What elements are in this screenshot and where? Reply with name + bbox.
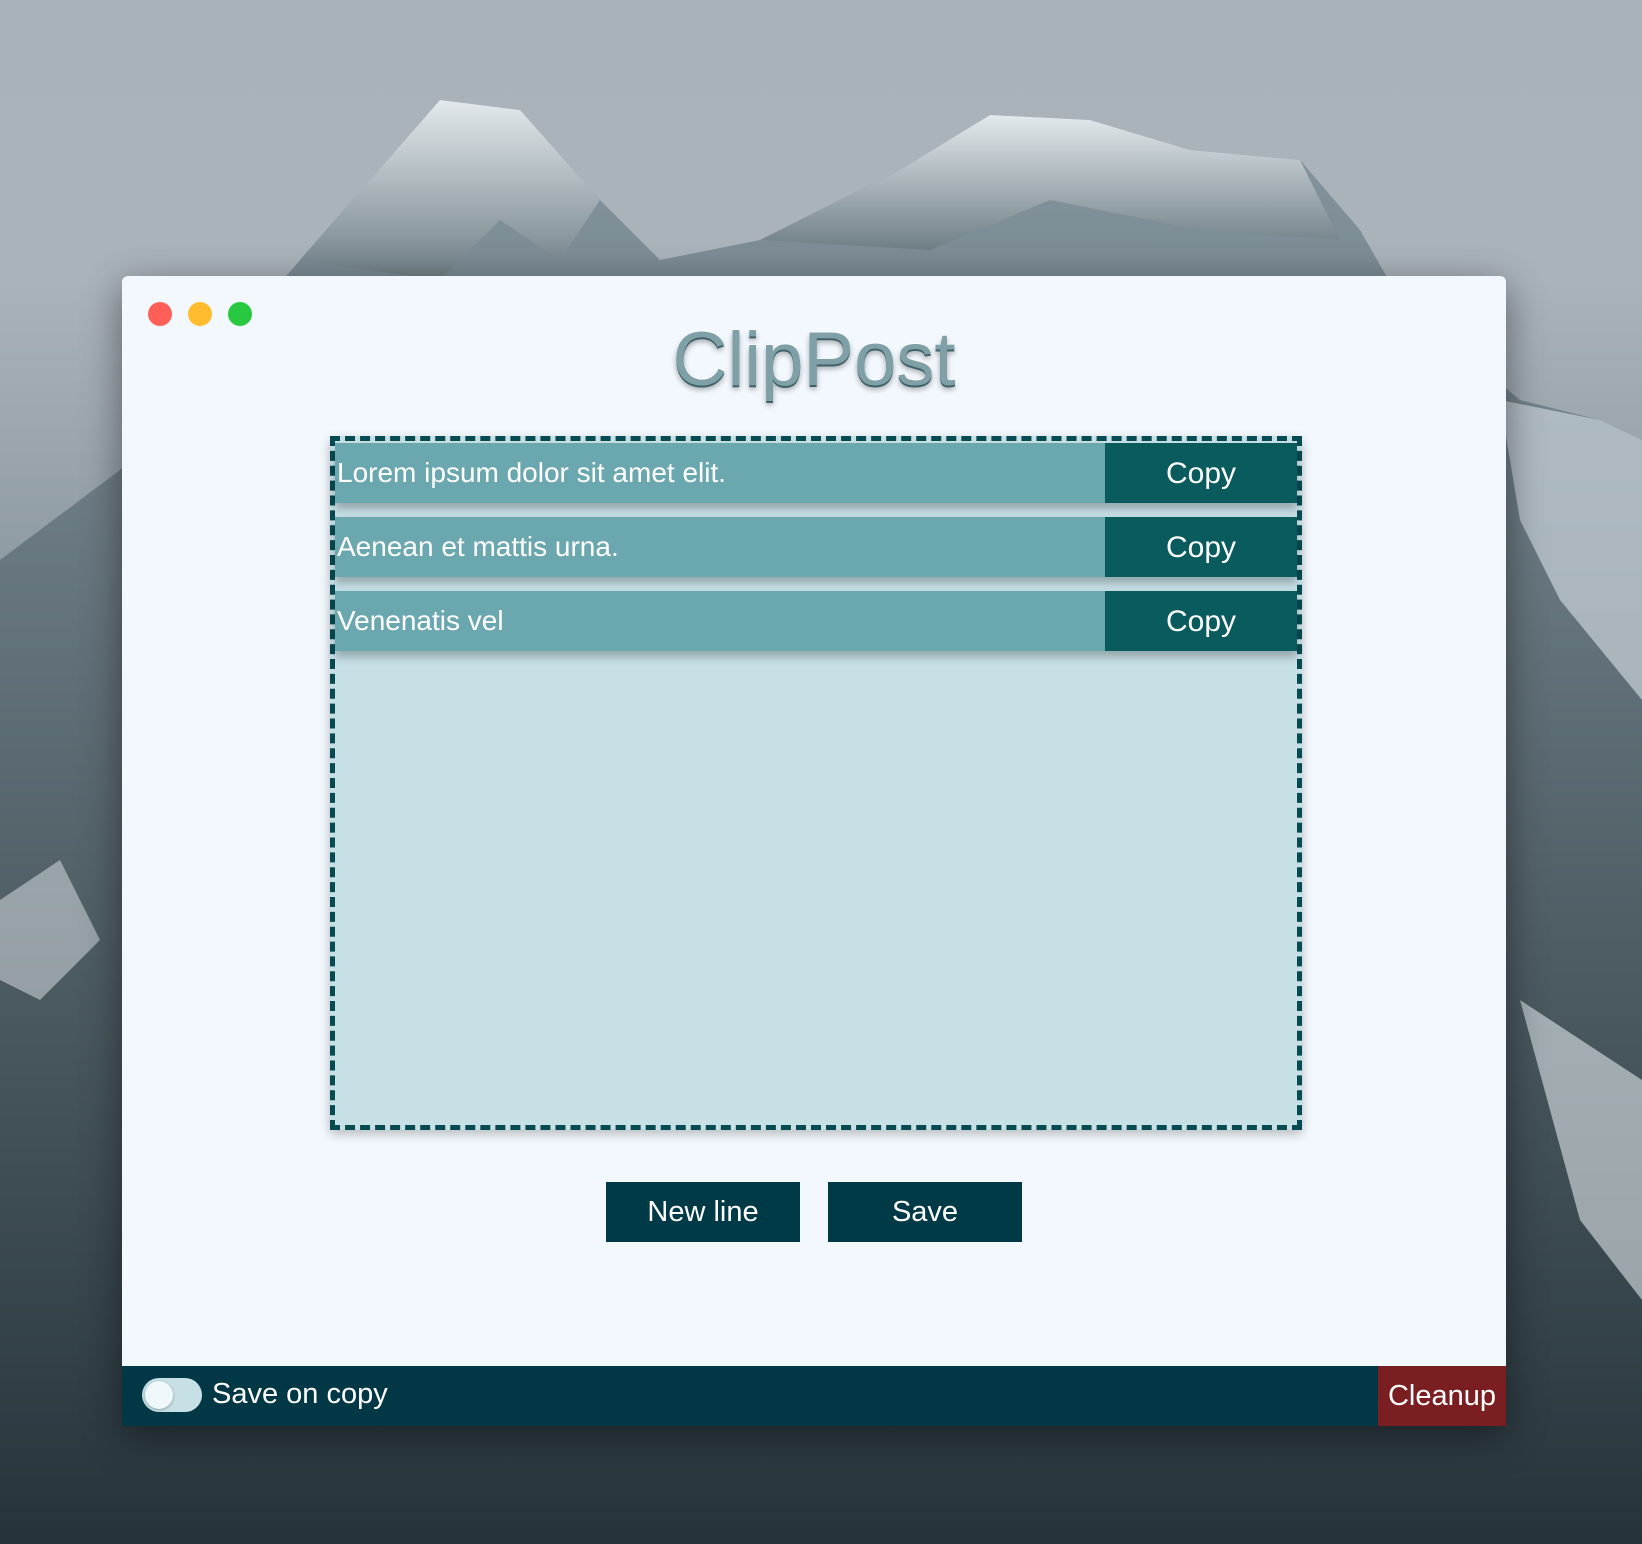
footer-bar: Save on copy Cleanup [122, 1366, 1506, 1426]
toggle-knob [145, 1381, 173, 1409]
clip-text[interactable]: Lorem ipsum dolor sit amet elit. [335, 443, 1105, 503]
app-window: ClipPost Lorem ipsum dolor sit amet elit… [122, 276, 1506, 1426]
clip-row: Aenean et mattis urna. Copy [335, 517, 1297, 577]
copy-button[interactable]: Copy [1105, 443, 1297, 503]
copy-button[interactable]: Copy [1105, 591, 1297, 651]
clip-row: Lorem ipsum dolor sit amet elit. Copy [335, 443, 1297, 503]
new-line-button[interactable]: New line [606, 1182, 800, 1242]
copy-button[interactable]: Copy [1105, 517, 1297, 577]
clip-text[interactable]: Aenean et mattis urna. [335, 517, 1105, 577]
clip-list[interactable]: Lorem ipsum dolor sit amet elit. Copy Ae… [330, 436, 1302, 1130]
save-on-copy-label: Save on copy [212, 1378, 388, 1410]
save-button[interactable]: Save [828, 1182, 1022, 1242]
clip-row: Venenatis vel Copy [335, 591, 1297, 651]
save-on-copy-toggle[interactable] [142, 1378, 202, 1412]
clip-text[interactable]: Venenatis vel [335, 591, 1105, 651]
cleanup-button[interactable]: Cleanup [1378, 1366, 1506, 1426]
app-title: ClipPost [672, 317, 956, 402]
